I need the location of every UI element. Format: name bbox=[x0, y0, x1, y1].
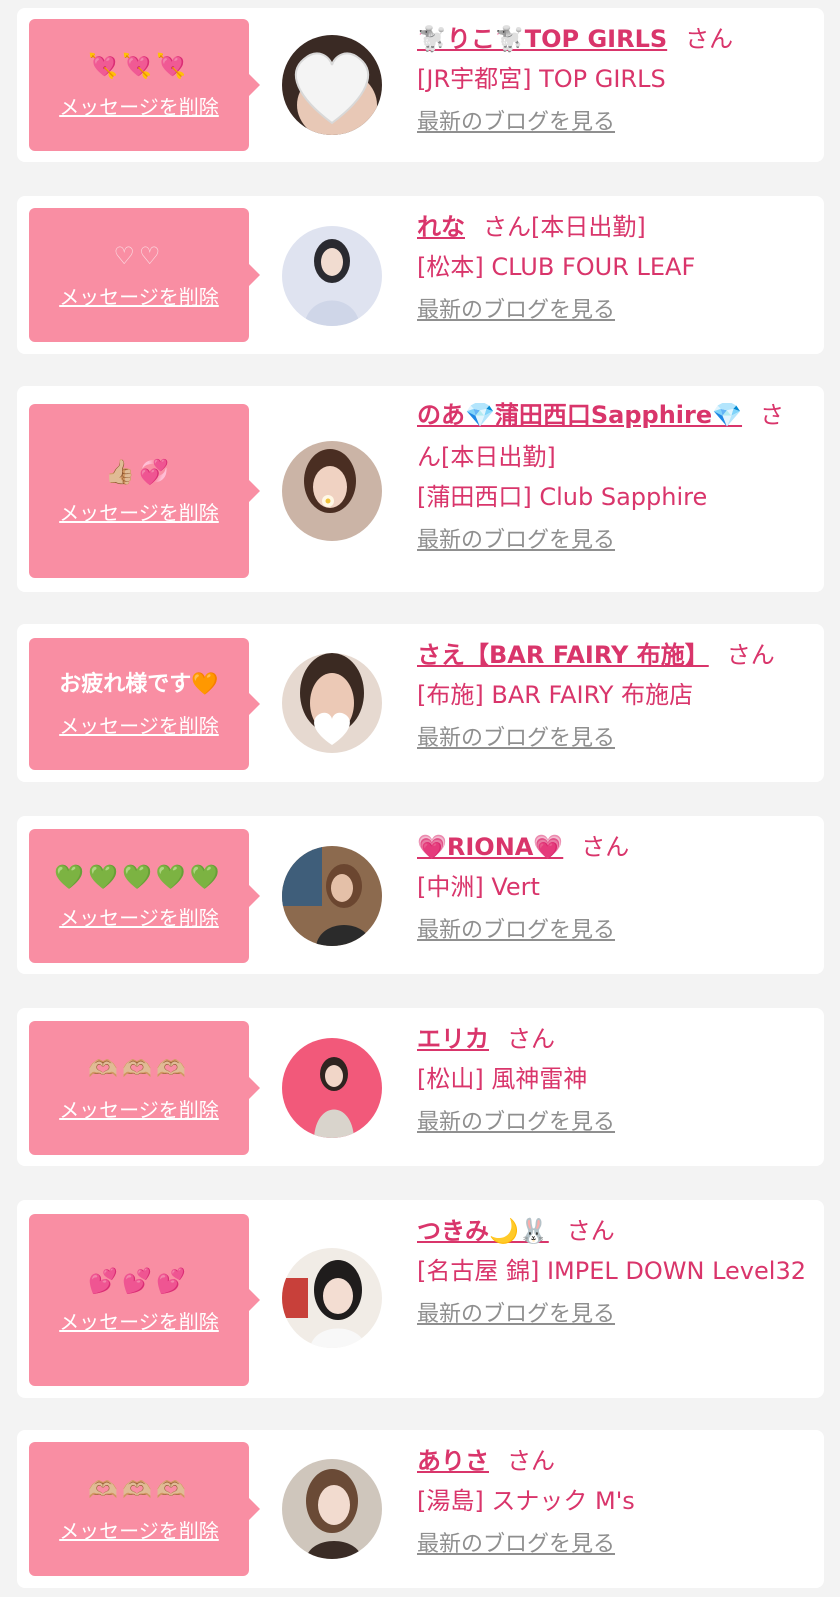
message-bubble: 👍🏼💞 メッセージを削除 bbox=[29, 404, 260, 578]
honorific: さん bbox=[507, 1025, 555, 1053]
delete-message-link[interactable]: メッセージを削除 bbox=[59, 1306, 219, 1335]
avatar-image bbox=[282, 846, 382, 946]
message-card: 💕💕💕 メッセージを削除 つきみ🌙🐰 さん [名古屋 錦] IMPEL DOWN … bbox=[17, 1200, 824, 1398]
message-bubble: 🫶🏼🫶🏼🫶🏼 メッセージを削除 bbox=[29, 1442, 260, 1576]
shop-label: [JR宇都宮] TOP GIRLS bbox=[417, 65, 666, 93]
honorific: さん bbox=[483, 213, 531, 241]
avatar[interactable] bbox=[282, 441, 382, 541]
cast-name-link[interactable]: ありさ bbox=[417, 1447, 489, 1475]
latest-blog-link[interactable]: 最新のブログを見る bbox=[417, 720, 615, 752]
avatar[interactable] bbox=[282, 846, 382, 946]
avatar[interactable] bbox=[282, 35, 382, 135]
cast-info: エリカ さん [松山] 風神雷神 最新のブログを見る bbox=[417, 1018, 806, 1136]
avatar[interactable] bbox=[282, 1248, 382, 1348]
delete-message-link[interactable]: メッセージを削除 bbox=[59, 497, 219, 526]
avatar-image bbox=[282, 1038, 382, 1138]
message-text: 💚💚💚💚💚 bbox=[54, 862, 224, 891]
latest-blog-link[interactable]: 最新のブログを見る bbox=[417, 1526, 615, 1558]
cast-name-link[interactable]: のあ💎蒲田西口Sapphire💎 bbox=[417, 401, 742, 429]
avatar[interactable] bbox=[282, 653, 382, 753]
message-bubble: お疲れ様です🧡 メッセージを削除 bbox=[29, 638, 260, 770]
delete-message-link[interactable]: メッセージを削除 bbox=[59, 1515, 219, 1544]
message-card: ♡♡ メッセージを削除 れな さん[本日出勤] [松本] CLUB FOUR LE… bbox=[17, 196, 824, 354]
shop-label: [中洲] Vert bbox=[417, 873, 540, 901]
shop-label: [松本] CLUB FOUR LEAF bbox=[417, 253, 696, 281]
message-card: お疲れ様です🧡 メッセージを削除 さえ【BAR FAIRY 布施】 さん [布施]… bbox=[17, 624, 824, 782]
shop-label: [名古屋 錦] IMPEL DOWN Level32 bbox=[417, 1257, 806, 1285]
status-label: [本日出勤] bbox=[531, 213, 646, 241]
avatar[interactable] bbox=[282, 1038, 382, 1138]
honorific: さん bbox=[581, 833, 630, 861]
cast-info: れな さん[本日出勤] [松本] CLUB FOUR LEAF 最新のブログを見る bbox=[417, 206, 806, 324]
cast-name-link[interactable]: さえ【BAR FAIRY 布施】 bbox=[417, 641, 709, 669]
message-text: 🫶🏼🫶🏼🫶🏼 bbox=[88, 1054, 190, 1083]
cast-name-link[interactable]: エリカ bbox=[417, 1025, 489, 1053]
latest-blog-link[interactable]: 最新のブログを見る bbox=[417, 104, 615, 136]
message-card: 🫶🏼🫶🏼🫶🏼 メッセージを削除 ありさ さん [湯島] スナック M's 最新のブ… bbox=[17, 1430, 824, 1588]
cast-name-link[interactable]: 🐩りこ🐩TOP GIRLS bbox=[417, 25, 667, 53]
cast-info: 🐩りこ🐩TOP GIRLS さん [JR宇都宮] TOP GIRLS 最新のブログ… bbox=[417, 18, 806, 136]
message-card: 🫶🏼🫶🏼🫶🏼 メッセージを削除 エリカ さん [松山] 風神雷神 最新のブログを見… bbox=[17, 1008, 824, 1166]
message-bubble: 💚💚💚💚💚 メッセージを削除 bbox=[29, 829, 260, 963]
latest-blog-link[interactable]: 最新のブログを見る bbox=[417, 1296, 615, 1328]
delete-message-link[interactable]: メッセージを削除 bbox=[59, 902, 219, 931]
honorific: さん bbox=[507, 1447, 555, 1475]
shop-label: [布施] BAR FAIRY 布施店 bbox=[417, 681, 694, 709]
cast-name-link[interactable]: 💗RIONA💗 bbox=[417, 833, 563, 861]
avatar-image bbox=[282, 226, 382, 326]
message-card: 👍🏼💞 メッセージを削除 のあ💎蒲田西口Sapphire💎 さん[本日出勤] [蒲… bbox=[17, 386, 824, 592]
cast-name-link[interactable]: つきみ🌙🐰 bbox=[417, 1217, 549, 1245]
avatar-image bbox=[282, 441, 382, 541]
delete-message-link[interactable]: メッセージを削除 bbox=[59, 281, 219, 310]
message-text: ♡♡ bbox=[113, 241, 165, 270]
shop-label: [湯島] スナック M's bbox=[417, 1487, 635, 1515]
cast-name-link[interactable]: れな bbox=[417, 213, 465, 241]
message-bubble: 💘💘💘 メッセージを削除 bbox=[29, 19, 260, 151]
message-text: 💘💘💘 bbox=[88, 51, 190, 80]
message-text: 🫶🏼🫶🏼🫶🏼 bbox=[88, 1475, 190, 1504]
cast-info: さえ【BAR FAIRY 布施】 さん [布施] BAR FAIRY 布施店 最新… bbox=[417, 634, 806, 752]
latest-blog-link[interactable]: 最新のブログを見る bbox=[417, 522, 615, 554]
message-text: 💕💕💕 bbox=[88, 1266, 190, 1295]
avatar-image bbox=[282, 35, 382, 135]
message-card: 💚💚💚💚💚 メッセージを削除 💗RIONA💗 さん [中洲] Vert 最新のブロ… bbox=[17, 816, 824, 974]
cast-info: のあ💎蒲田西口Sapphire💎 さん[本日出勤] [蒲田西口] Club Sap… bbox=[417, 394, 806, 554]
honorific: さん bbox=[566, 1217, 615, 1245]
status-label: [本日出勤] bbox=[441, 443, 556, 471]
latest-blog-link[interactable]: 最新のブログを見る bbox=[417, 912, 615, 944]
message-text: 👍🏼💞 bbox=[105, 457, 173, 486]
delete-message-link[interactable]: メッセージを削除 bbox=[59, 710, 219, 739]
message-bubble: 🫶🏼🫶🏼🫶🏼 メッセージを削除 bbox=[29, 1021, 260, 1155]
avatar[interactable] bbox=[282, 1459, 382, 1559]
avatar[interactable] bbox=[282, 226, 382, 326]
delete-message-link[interactable]: メッセージを削除 bbox=[59, 91, 219, 120]
message-card: 💘💘💘 メッセージを削除 🐩りこ🐩TOP GIRLS さん [JR宇都宮] TOP… bbox=[17, 8, 824, 162]
cast-info: つきみ🌙🐰 さん [名古屋 錦] IMPEL DOWN Level32 最新のブロ… bbox=[417, 1210, 806, 1328]
message-bubble: ♡♡ メッセージを削除 bbox=[29, 208, 260, 342]
latest-blog-link[interactable]: 最新のブログを見る bbox=[417, 1104, 615, 1136]
cast-info: 💗RIONA💗 さん [中洲] Vert 最新のブログを見る bbox=[417, 826, 806, 944]
shop-label: [蒲田西口] Club Sapphire bbox=[417, 483, 708, 511]
shop-label: [松山] 風神雷神 bbox=[417, 1065, 588, 1093]
cast-info: ありさ さん [湯島] スナック M's 最新のブログを見る bbox=[417, 1440, 806, 1558]
message-text: お疲れ様です🧡 bbox=[59, 671, 219, 697]
avatar-image bbox=[282, 1459, 382, 1559]
honorific: さん bbox=[726, 641, 775, 669]
message-bubble: 💕💕💕 メッセージを削除 bbox=[29, 1214, 260, 1386]
delete-message-link[interactable]: メッセージを削除 bbox=[59, 1094, 219, 1123]
avatar-image bbox=[282, 653, 382, 753]
latest-blog-link[interactable]: 最新のブログを見る bbox=[417, 292, 615, 324]
avatar-image bbox=[282, 1248, 382, 1348]
honorific: さん bbox=[685, 25, 734, 53]
